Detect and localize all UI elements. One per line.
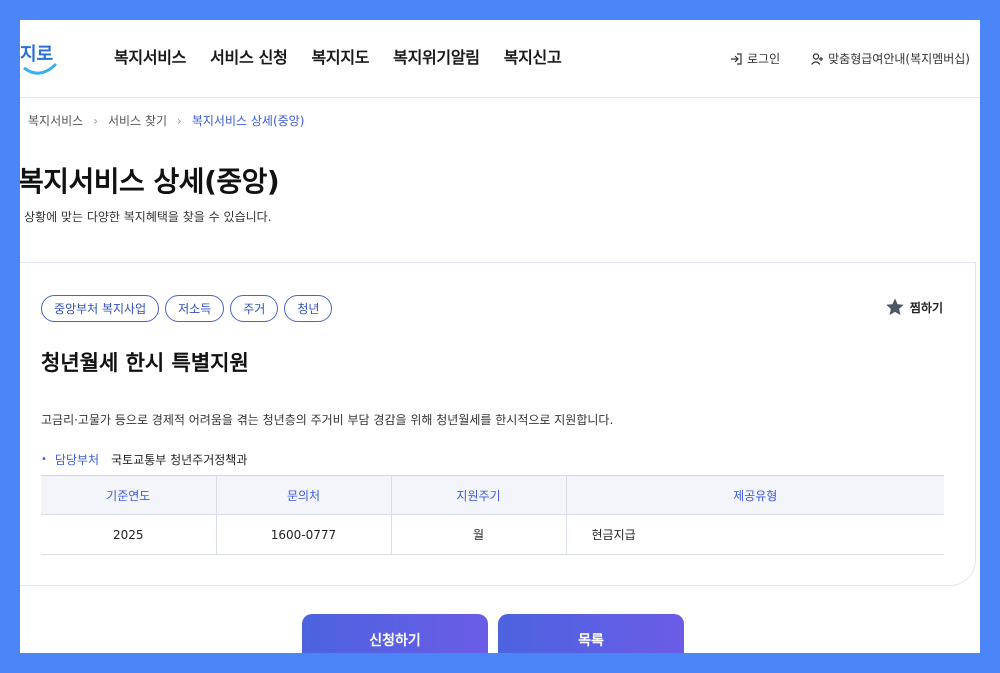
main-navigation: 복지서비스 서비스 신청 복지지도 복지위기알림 복지신고 bbox=[114, 44, 562, 68]
logo-text: 지로 bbox=[20, 44, 53, 65]
membership-guide-label: 맞춤형급여안내(복지멤버십) bbox=[828, 52, 970, 66]
login-label: 로그인 bbox=[747, 52, 781, 66]
cell-base-year: 2025 bbox=[41, 514, 217, 555]
bullet-icon: • bbox=[41, 454, 47, 465]
cell-contact: 1600-0777 bbox=[216, 514, 392, 555]
header-contact: 문의처 bbox=[216, 475, 392, 515]
tag-list: 중앙부처 복지사업 저소득 주거 청년 bbox=[41, 295, 333, 322]
site-header: 지로 복지서비스 서비스 신청 복지지도 복지위기알림 복지신고 로그인 맞춤형… bbox=[20, 20, 980, 98]
service-detail-card: 중앙부처 복지사업 저소득 주거 청년 찜하기 청년월세 한시 특별지원 고금리… bbox=[20, 262, 976, 586]
bookmark-label: 찜하기 bbox=[909, 300, 943, 315]
tag-central-ministry[interactable]: 중앙부처 복지사업 bbox=[41, 295, 160, 322]
table-row: 2025 1600-0777 월 현금지급 bbox=[41, 514, 944, 555]
list-button[interactable]: 목록 bbox=[498, 614, 684, 653]
user-plus-icon bbox=[811, 52, 824, 65]
department-value: 국토교통부 청년주거정책과 bbox=[111, 453, 248, 467]
tag-housing[interactable]: 주거 bbox=[230, 295, 279, 322]
chevron-right-icon: › bbox=[177, 113, 182, 128]
page-subtitle: 상황에 맞는 다양한 복지혜택을 찾을 수 있습니다. bbox=[24, 210, 272, 224]
utility-menu: 로그인 맞춤형급여안내(복지멤버십) bbox=[729, 50, 970, 67]
nav-welfare-map[interactable]: 복지지도 bbox=[311, 44, 369, 68]
header-support-cycle: 지원주기 bbox=[391, 475, 567, 515]
table-header-row: 기준연도 문의처 지원주기 제공유형 bbox=[41, 475, 944, 515]
tag-youth[interactable]: 청년 bbox=[284, 295, 333, 322]
cell-provision-type: 현금지급 bbox=[566, 514, 944, 555]
header-base-year: 기준연도 bbox=[41, 475, 217, 515]
tag-low-income[interactable]: 저소득 bbox=[165, 295, 225, 322]
nav-welfare-report[interactable]: 복지신고 bbox=[504, 44, 562, 68]
department-label: 담당부처 bbox=[54, 453, 100, 467]
department-info: • 담당부처 국토교통부 청년주거정책과 bbox=[41, 451, 247, 468]
site-logo[interactable]: 지로 bbox=[20, 34, 60, 80]
page-title: 복지서비스 상세(중앙) bbox=[20, 165, 280, 198]
membership-guide-link[interactable]: 맞춤형급여안내(복지멤버십) bbox=[810, 50, 970, 67]
nav-crisis-alert[interactable]: 복지위기알림 bbox=[393, 44, 480, 68]
service-description: 고금리·고물가 등으로 경제적 어려움을 겪는 청년층의 주거비 부담 경감을 … bbox=[41, 413, 614, 427]
cell-support-cycle: 월 bbox=[391, 514, 567, 555]
breadcrumb: 복지서비스 › 서비스 찾기 › 복지서비스 상세(중앙) bbox=[28, 112, 304, 129]
service-title: 청년월세 한시 특별지원 bbox=[41, 351, 249, 375]
header-provision-type: 제공유형 bbox=[566, 475, 944, 515]
breadcrumb-service-search[interactable]: 서비스 찾기 bbox=[108, 112, 167, 129]
breadcrumb-current: 복지서비스 상세(중앙) bbox=[191, 114, 305, 128]
breadcrumb-welfare-service[interactable]: 복지서비스 bbox=[28, 112, 83, 129]
nav-service-apply[interactable]: 서비스 신청 bbox=[210, 44, 288, 68]
nav-welfare-service[interactable]: 복지서비스 bbox=[114, 44, 186, 68]
login-link[interactable]: 로그인 bbox=[729, 50, 780, 67]
service-info-table: 기준연도 문의처 지원주기 제공유형 2025 1600-0777 월 현금지급 bbox=[41, 475, 944, 555]
chevron-right-icon: › bbox=[93, 113, 99, 128]
bookmark-button[interactable]: 찜하기 bbox=[885, 297, 943, 317]
browser-frame: 지로 복지서비스 서비스 신청 복지지도 복지위기알림 복지신고 로그인 맞춤형… bbox=[20, 20, 980, 653]
apply-button[interactable]: 신청하기 bbox=[302, 614, 488, 653]
login-icon bbox=[731, 52, 742, 65]
star-icon bbox=[886, 298, 904, 315]
